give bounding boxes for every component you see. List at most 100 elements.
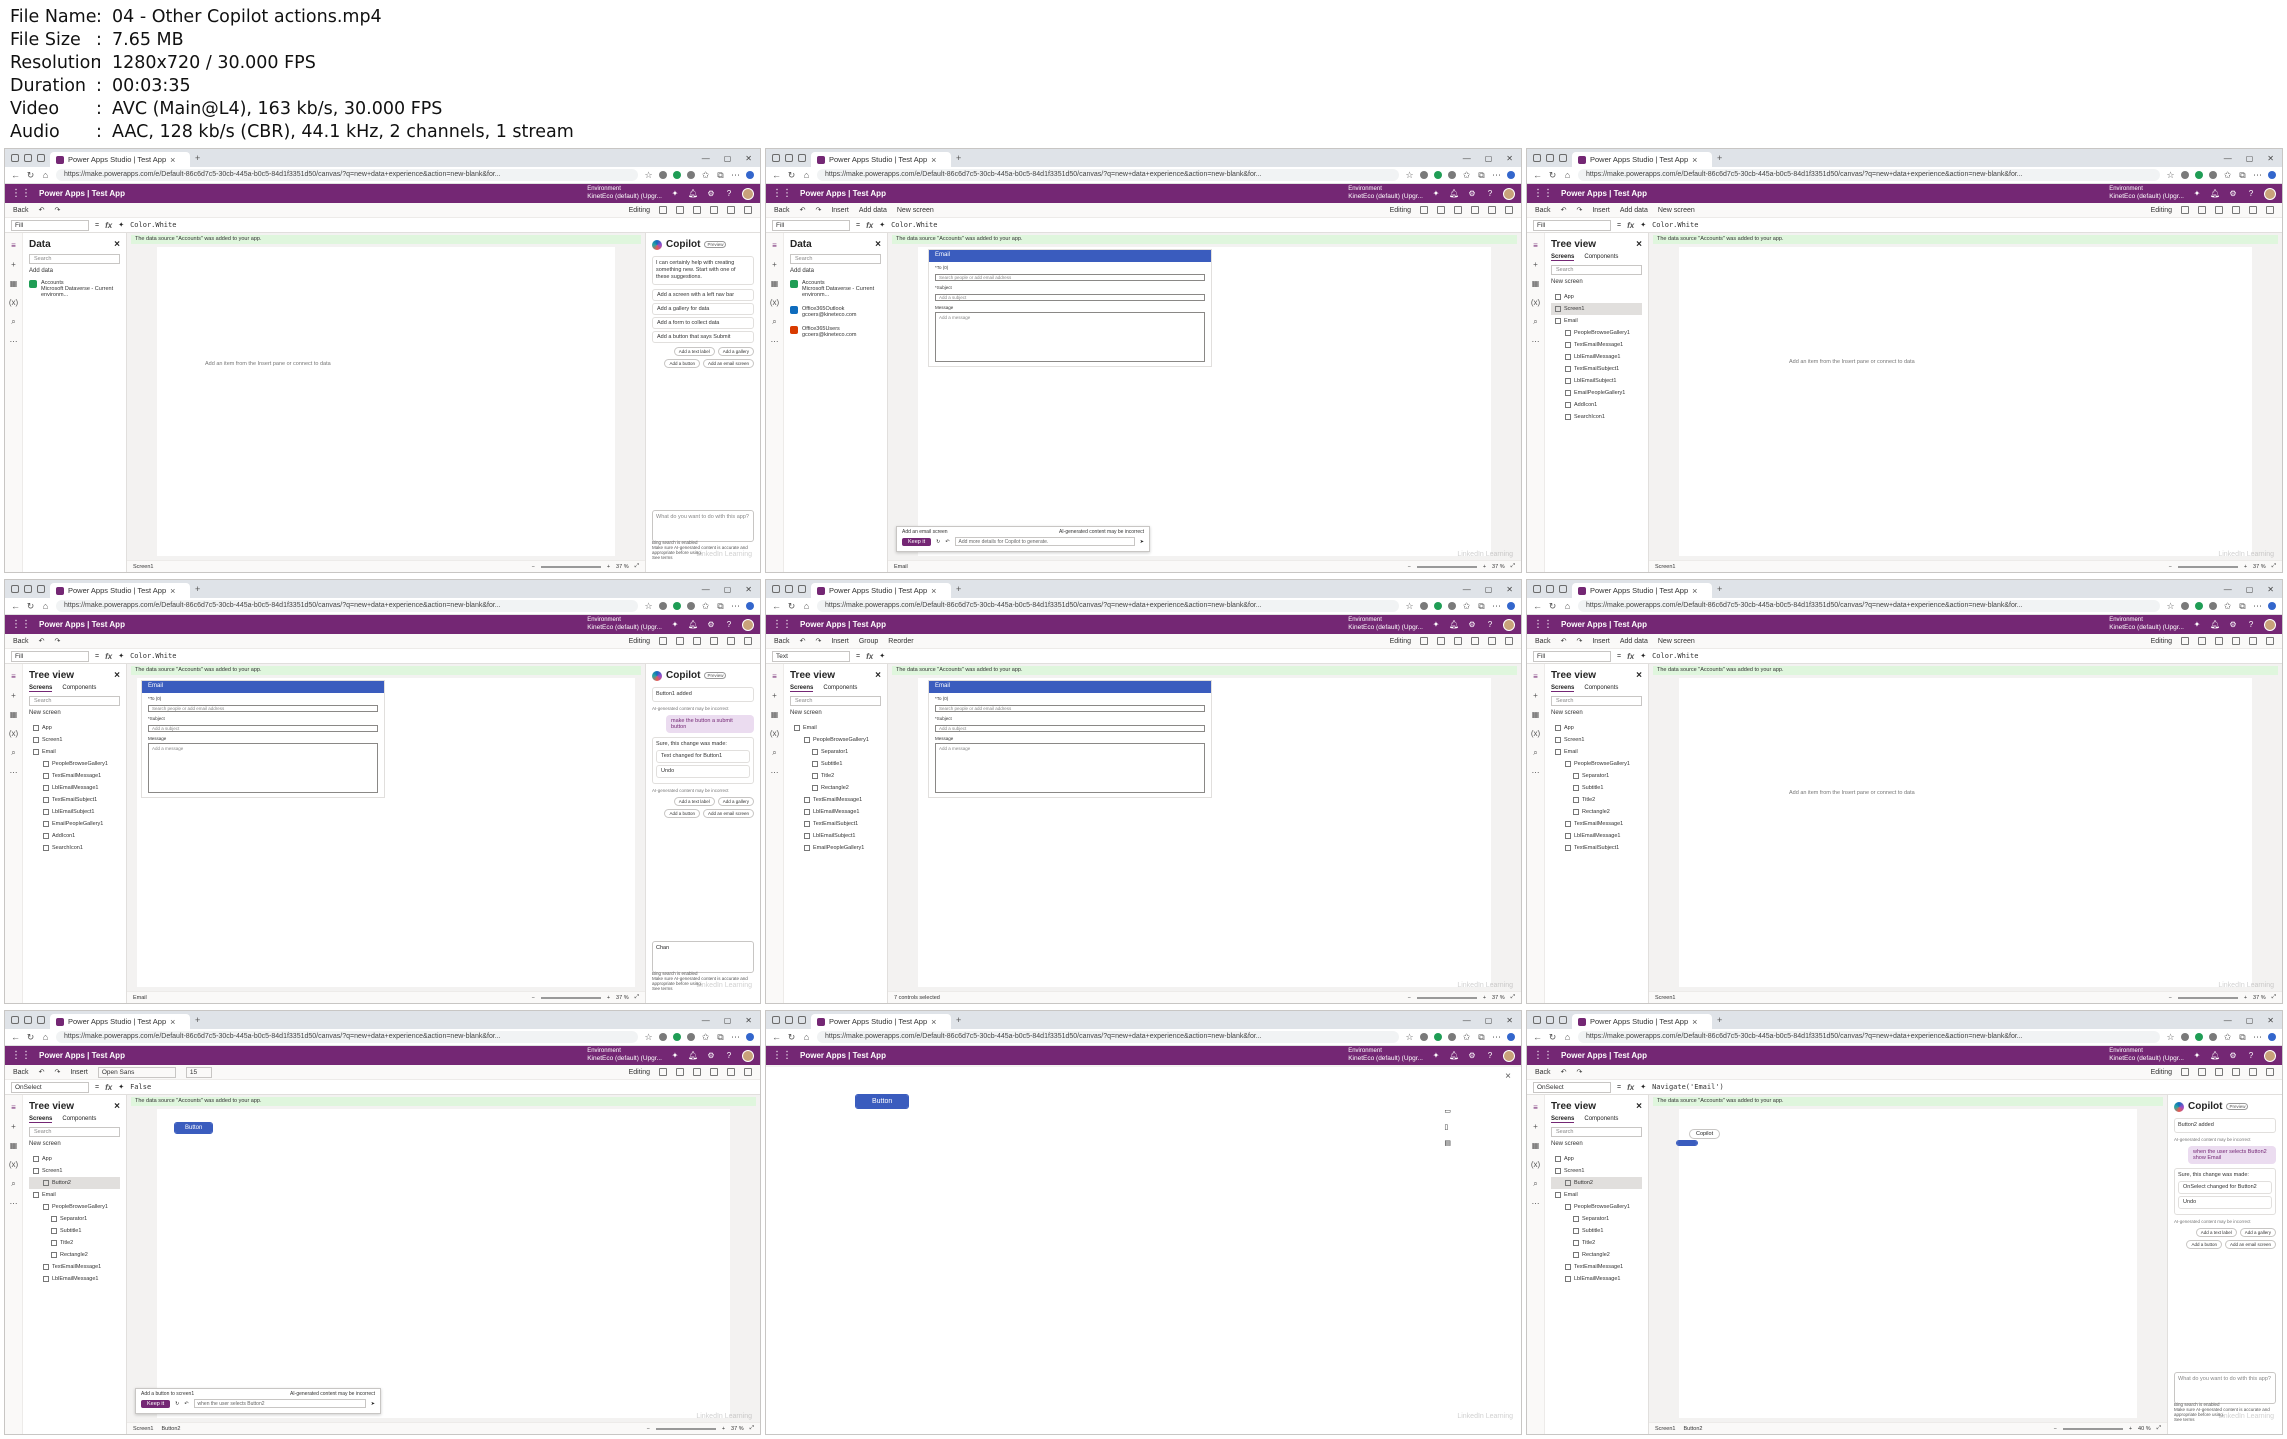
undo-button[interactable]: Undo — [656, 765, 750, 778]
zoom-slider[interactable] — [655, 1427, 716, 1430]
fit-to-window-icon[interactable]: ⤢ — [2157, 1425, 2161, 1432]
new-screen-link[interactable]: New screen — [1551, 279, 1642, 285]
copilot-formula-icon[interactable]: ✦ — [1640, 1083, 1646, 1091]
add-data-button[interactable]: Add data — [1620, 638, 1648, 645]
screen-selector[interactable]: Screen1 — [1655, 1426, 1676, 1432]
fx-icon[interactable]: fx — [1627, 652, 1634, 661]
back-icon[interactable]: ← — [772, 601, 781, 611]
zoom-slider[interactable] — [2177, 996, 2238, 999]
refresh-icon[interactable]: ↻ — [1548, 170, 1557, 181]
insert-button[interactable]: Insert — [70, 1069, 88, 1076]
copilot-chip[interactable]: Add an email screen — [2224, 1240, 2276, 1249]
reorder-button[interactable]: Reorder — [888, 638, 913, 645]
new-tab-icon[interactable]: + — [195, 584, 200, 594]
back-icon[interactable]: ← — [1533, 1032, 1542, 1042]
copilot-input[interactable]: Chan — [652, 941, 754, 973]
save-icon[interactable] — [727, 1068, 735, 1076]
tree-view-icon[interactable]: ≡ — [772, 241, 777, 250]
tab-components[interactable]: Components — [62, 685, 96, 692]
tree-item[interactable]: EmailPeopleGallery1 — [1551, 387, 1642, 399]
zoom-in-icon[interactable]: + — [2129, 1426, 2132, 1432]
back-button[interactable]: Back — [774, 207, 790, 214]
app-launcher-icon[interactable]: ⋮⋮ — [11, 188, 31, 199]
vertical-tabs-icon[interactable] — [1559, 585, 1567, 593]
send-icon[interactable]: ➤ — [371, 1401, 375, 1407]
comments-icon[interactable] — [659, 206, 667, 214]
tree-item[interactable]: TextEmailSubject1 — [1551, 363, 1642, 375]
copilot-formula-icon[interactable]: ✦ — [1640, 221, 1646, 229]
save-icon[interactable] — [727, 637, 735, 645]
settings-icon[interactable]: ⚙ — [706, 189, 716, 198]
avatar[interactable] — [742, 187, 754, 200]
email-to-input[interactable]: Search people or add email address — [935, 274, 1205, 281]
new-tab-icon[interactable]: + — [1717, 153, 1722, 163]
help-icon[interactable]: ? — [1485, 189, 1495, 198]
undo-button[interactable]: Undo — [2178, 1196, 2272, 1209]
redo-icon[interactable]: ↷ — [54, 206, 60, 214]
notifications-icon[interactable]: 🔔︎ — [2210, 189, 2220, 198]
close-tab-icon[interactable]: × — [170, 586, 175, 596]
variables-icon[interactable]: (x) — [9, 729, 18, 738]
home-icon[interactable]: ⌂ — [1563, 1032, 1572, 1042]
comments-icon[interactable] — [2181, 1068, 2189, 1076]
help-icon[interactable]: ? — [724, 189, 734, 198]
add-data-link[interactable]: Add data — [29, 268, 120, 274]
zoom-out-icon[interactable]: − — [2169, 564, 2172, 570]
share-icon[interactable] — [2215, 637, 2223, 645]
url-field[interactable]: https://make.powerapps.com/e/Default-86c… — [56, 600, 638, 612]
preview-play-icon[interactable] — [710, 637, 718, 645]
favorites-icon[interactable]: ✩ — [2223, 1032, 2232, 1043]
zoom-in-icon[interactable]: + — [607, 564, 610, 570]
close-tab-icon[interactable]: × — [1692, 586, 1697, 596]
tab-components[interactable]: Components — [62, 1116, 96, 1123]
fx-icon[interactable]: fx — [105, 1083, 112, 1092]
tab-screens[interactable]: Screens — [29, 1116, 53, 1123]
notifications-icon[interactable]: 🔔︎ — [688, 620, 698, 629]
tab-screens[interactable]: Screens — [29, 685, 53, 692]
tree-view-icon[interactable]: ≡ — [11, 241, 16, 250]
close-window-icon[interactable]: ✕ — [1506, 154, 1513, 163]
regenerate-icon[interactable]: ↻ — [936, 539, 940, 545]
preview-play-icon[interactable] — [710, 1068, 718, 1076]
variables-icon[interactable]: (x) — [1531, 298, 1540, 307]
new-screen-link[interactable]: New screen — [1551, 710, 1642, 716]
close-tab-icon[interactable]: × — [931, 1017, 936, 1027]
screen-selector[interactable]: Screen1 — [1655, 995, 1676, 1001]
browser-menu-icon[interactable]: ⋯ — [731, 1032, 740, 1043]
tree-item[interactable]: App — [1551, 1153, 1642, 1165]
back-button[interactable]: Back — [13, 1069, 29, 1076]
extension-icon[interactable] — [659, 1033, 667, 1041]
tree-item[interactable]: Title2 — [1551, 794, 1642, 806]
tree-item[interactable]: App — [1551, 722, 1642, 734]
new-tab-icon[interactable]: + — [1717, 1015, 1722, 1025]
preview-button[interactable]: Button — [854, 1094, 910, 1109]
editing-mode-dropdown[interactable]: Editing — [629, 638, 650, 645]
tree-item[interactable]: LblEmailSubject1 — [1551, 375, 1642, 387]
extension-icon[interactable] — [659, 602, 667, 610]
copilot-chip[interactable]: Add a text label — [673, 347, 715, 356]
tree-item[interactable]: Email — [29, 746, 120, 758]
redo-icon[interactable]: ↷ — [815, 206, 821, 214]
home-icon[interactable]: ⌂ — [802, 170, 811, 180]
publish-icon[interactable] — [744, 206, 752, 214]
close-panel-icon[interactable]: × — [114, 1101, 120, 1112]
close-panel-icon[interactable]: × — [875, 239, 881, 250]
formula-input[interactable]: Color.White — [1652, 652, 1698, 660]
tree-view-icon[interactable]: ≡ — [11, 672, 16, 681]
refresh-icon[interactable]: ↻ — [1548, 601, 1557, 612]
email-message-input[interactable]: Add a message — [935, 312, 1205, 362]
search-icon[interactable]: ⌕ — [11, 1179, 15, 1189]
extension-icon[interactable] — [659, 171, 667, 179]
tree-item[interactable]: Screen1 — [29, 1165, 120, 1177]
undo-icon[interactable]: ↶ — [39, 1068, 45, 1076]
favorites-icon[interactable]: ✩ — [1462, 601, 1471, 612]
tree-item[interactable]: EmailPeopleGallery1 — [29, 818, 120, 830]
tree-item[interactable]: TextEmailMessage1 — [790, 794, 881, 806]
extension-icon[interactable] — [2181, 1033, 2189, 1041]
formula-input[interactable]: False — [130, 1083, 151, 1091]
refresh-icon[interactable]: ↻ — [26, 601, 35, 612]
search-icon[interactable]: ⌕ — [1533, 317, 1537, 327]
editing-mode-dropdown[interactable]: Editing — [1390, 638, 1411, 645]
formula-input[interactable]: Color.White — [130, 221, 176, 229]
tab-actions-icon[interactable] — [1546, 585, 1554, 593]
